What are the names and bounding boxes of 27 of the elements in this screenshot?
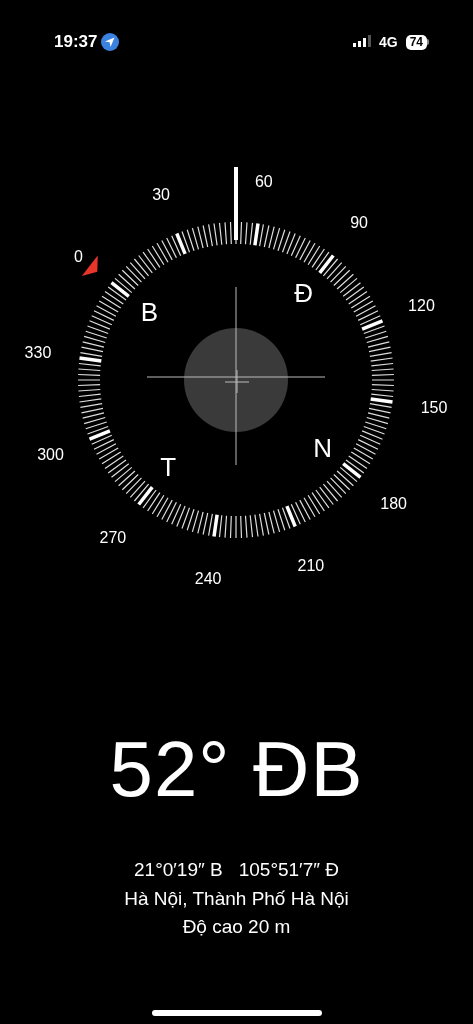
- degree-label: 150: [420, 399, 448, 417]
- north-marker-icon: [81, 255, 98, 276]
- clock-time: 19:37: [54, 31, 98, 54]
- home-indicator[interactable]: [151, 1010, 322, 1016]
- degree-label: 270: [99, 529, 127, 547]
- latitude: 21°0′19″ B: [134, 858, 223, 882]
- degree-label: 330: [24, 343, 52, 361]
- battery-icon: 74: [405, 34, 427, 50]
- cardinal-letter: B: [140, 297, 158, 328]
- network-type: 4G: [378, 32, 398, 52]
- location-name: Hà Nội, Thành Phố Hà Nội: [123, 886, 350, 911]
- degree-label: 90: [350, 213, 369, 231]
- elevation-text: Độ cao 20 m: [181, 915, 292, 939]
- longitude: 105°51′7″ Đ: [238, 858, 339, 882]
- degree-label: 180: [380, 494, 407, 512]
- cardinal-letter: Đ: [294, 278, 314, 309]
- degree-label: 240: [194, 569, 222, 587]
- degree-label: 120: [408, 296, 435, 314]
- degree-label: 60: [254, 173, 273, 191]
- cardinal-letter: N: [313, 432, 333, 463]
- degree-label: 0: [73, 248, 83, 266]
- degree-label: 300: [37, 446, 64, 464]
- signal-icon: [352, 35, 371, 49]
- cardinal-letter: T: [160, 451, 177, 482]
- heading-reading: 52° ĐB: [108, 730, 365, 808]
- degree-label: 210: [297, 556, 325, 574]
- degree-label: 30: [152, 186, 170, 204]
